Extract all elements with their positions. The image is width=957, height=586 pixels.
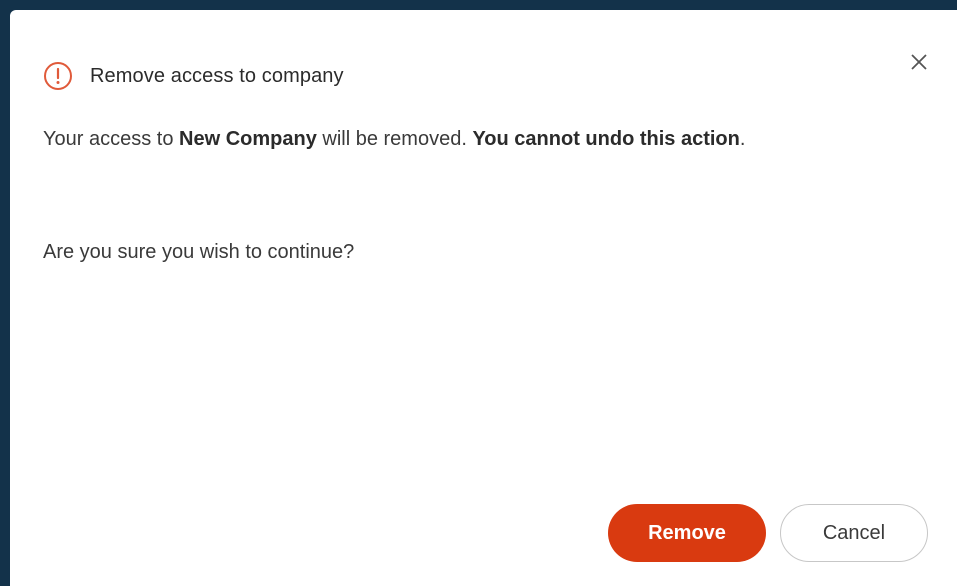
dialog-actions: Remove Cancel — [608, 504, 928, 562]
remove-access-dialog: Remove access to company Your access to … — [10, 10, 957, 586]
company-name: New Company — [179, 128, 317, 150]
dialog-header: Remove access to company — [42, 60, 344, 92]
dialog-message: Your access to New Company will be remov… — [43, 117, 873, 161]
confirmation-question: Are you sure you wish to continue? — [43, 241, 355, 263]
warning-circle-icon — [42, 60, 74, 92]
message-text: . — [739, 128, 746, 150]
cancel-button[interactable]: Cancel — [780, 504, 928, 562]
close-button[interactable] — [905, 48, 933, 76]
remove-button[interactable]: Remove — [608, 504, 766, 562]
close-icon — [911, 54, 927, 70]
dialog-title: Remove access to company — [90, 64, 344, 87]
message-text: Your access to — [43, 128, 180, 150]
irreversible-warning: You cannot undo this action — [472, 128, 740, 150]
message-text: will be removed. — [316, 128, 473, 150]
